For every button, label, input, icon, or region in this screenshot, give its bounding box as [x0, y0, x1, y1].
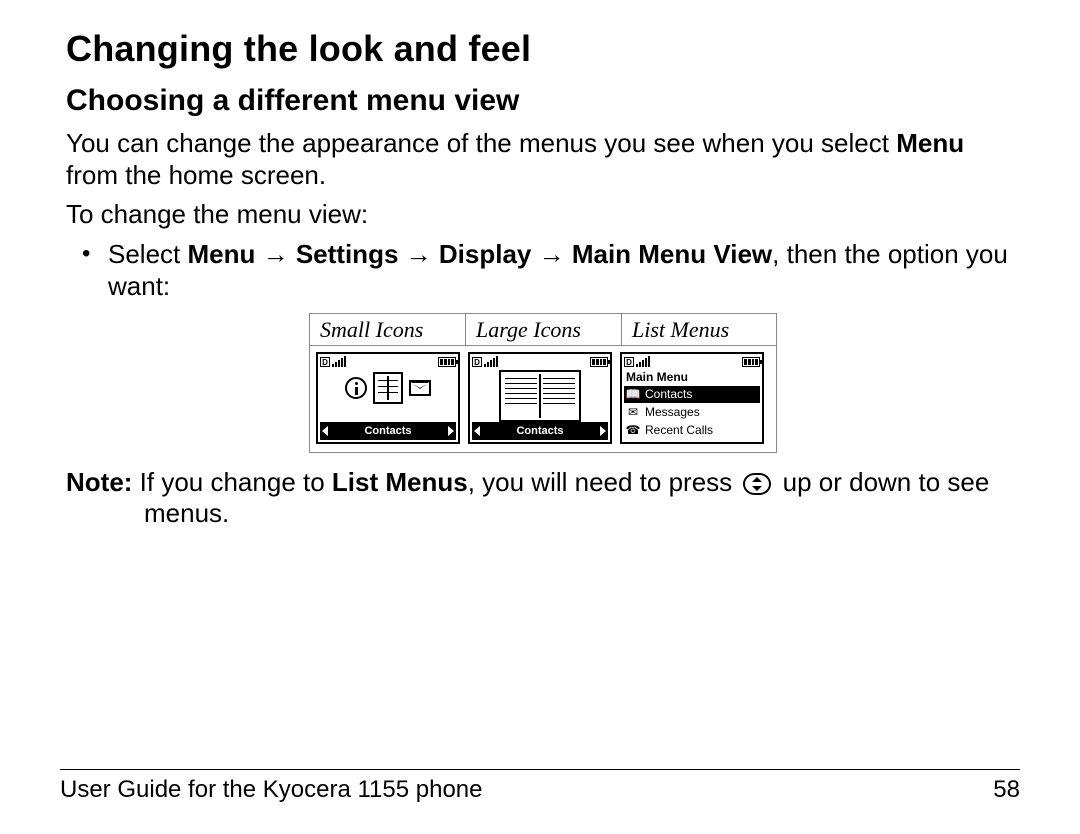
info-icon [345, 377, 367, 399]
intro-bold-menu: Menu [896, 128, 964, 158]
softkey-label: Contacts [364, 425, 411, 437]
menu-view-figure: Small Icons Large Icons List Menus D [309, 313, 777, 453]
battery-icon [590, 357, 608, 367]
step-mainmenuview: Main Menu View [572, 239, 772, 269]
intro-paragraph: You can change the appearance of the men… [66, 128, 1020, 191]
note-text-2: , you will need to press [468, 467, 740, 497]
step-display: Display [439, 239, 532, 269]
list-item-label: Contacts [645, 387, 692, 401]
status-bar: D [624, 356, 760, 368]
screen-list-menus: D Main Menu 📖 Contacts ✉ Messages ☎ Rece… [620, 352, 764, 444]
note-list-menus: List Menus [332, 467, 468, 497]
signal-icon [484, 357, 498, 367]
digital-indicator-icon: D [472, 357, 482, 367]
nav-key-icon [743, 473, 771, 495]
step-menu: Menu [188, 239, 256, 269]
softkey-label: Contacts [516, 425, 563, 437]
step-settings: Settings [296, 239, 399, 269]
left-arrow-icon [322, 426, 328, 436]
status-bar: D [320, 356, 456, 368]
note-label: Note: [66, 467, 132, 497]
list-title: Main Menu [626, 370, 688, 384]
list-item-recent-calls: ☎ Recent Calls [624, 422, 760, 439]
softkey-bar: Contacts [472, 422, 608, 440]
page-footer: User Guide for the Kyocera 1155 phone 58 [60, 769, 1020, 804]
page-number: 58 [993, 776, 1020, 804]
digital-indicator-icon: D [624, 357, 634, 367]
footer-title: User Guide for the Kyocera 1155 phone [60, 776, 482, 804]
intro-text-1: You can change the appearance of the men… [66, 128, 889, 158]
left-arrow-icon [474, 426, 480, 436]
note-paragraph: Note: If you change to List Menus, you w… [66, 467, 1020, 530]
list-item-label: Messages [645, 405, 700, 419]
battery-icon [438, 357, 456, 367]
subsection-title: Choosing a different menu view [66, 84, 1020, 118]
step-prefix: Select [108, 239, 188, 269]
note-text-1: If you change to [132, 467, 331, 497]
intro-text-2: from the home screen. [66, 160, 326, 190]
status-bar: D [472, 356, 608, 368]
recent-calls-icon: ☎ [626, 423, 640, 437]
battery-icon [742, 357, 760, 367]
contacts-book-icon [499, 370, 581, 422]
step-arrow-1: → [255, 239, 295, 269]
digital-indicator-icon: D [320, 357, 330, 367]
intro-line-2: To change the menu view: [66, 199, 1020, 231]
messages-icon: ✉ [626, 405, 640, 419]
list-item-label: Recent Calls [645, 423, 713, 437]
screen-large-icons: D Contacts [468, 352, 612, 444]
step-bullet: Select Menu → Settings → Display → Main … [66, 239, 1020, 302]
tab-list-menus: List Menus [622, 314, 778, 345]
envelope-icon [409, 380, 431, 396]
step-arrow-3: → [531, 239, 571, 269]
softkey-bar: Contacts [320, 422, 456, 440]
screen-small-icons: D Contacts [316, 352, 460, 444]
step-arrow-2: → [398, 239, 438, 269]
right-arrow-icon [600, 426, 606, 436]
signal-icon [332, 357, 346, 367]
footer-rule [60, 769, 1020, 770]
menu-view-screens: D Contacts [309, 345, 777, 453]
signal-icon [636, 357, 650, 367]
section-title: Changing the look and feel [66, 28, 1020, 70]
list-item-messages: ✉ Messages [624, 404, 760, 421]
right-arrow-icon [448, 426, 454, 436]
tab-small-icons: Small Icons [310, 314, 466, 345]
contacts-book-icon [373, 372, 403, 404]
tab-large-icons: Large Icons [466, 314, 622, 345]
menu-view-tabs: Small Icons Large Icons List Menus [309, 313, 777, 345]
book-open-icon: 📖 [626, 387, 640, 401]
list-item-contacts: 📖 Contacts [624, 386, 760, 403]
